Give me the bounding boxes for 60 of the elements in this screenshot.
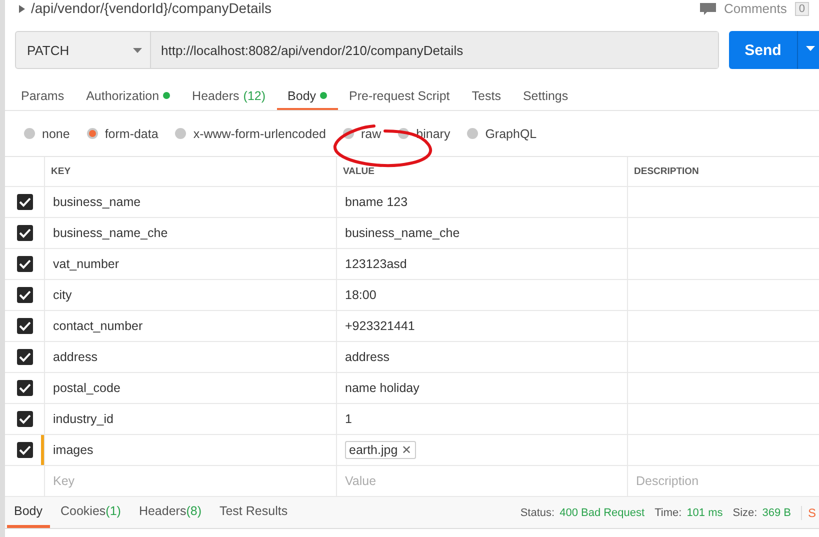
stat-value: 369 B	[762, 506, 791, 518]
request-tab[interactable]: Tests	[460, 83, 512, 110]
value-cell[interactable]: +923321441	[345, 319, 415, 333]
value-cell[interactable]: address	[345, 350, 390, 364]
key-cell[interactable]: business_name	[45, 187, 337, 217]
column-header: DESCRIPTION	[633, 165, 700, 179]
stat-label: Time:	[654, 506, 682, 518]
caret-icon[interactable]	[806, 46, 815, 50]
checkbox[interactable]	[16, 256, 32, 272]
response-tab[interactable]: Headers(8)	[132, 497, 208, 528]
send-options-button[interactable]	[797, 31, 819, 69]
checkbox[interactable]	[16, 349, 32, 365]
value-cell[interactable]: business_name_che	[345, 226, 460, 240]
request-tab[interactable]: Body	[276, 83, 338, 110]
stat-label: Status:	[520, 506, 555, 518]
key-cell[interactable]: vat_number	[45, 249, 337, 279]
body-mode-radio[interactable]: GraphQL	[467, 127, 537, 140]
body-mode-radio[interactable]: raw	[343, 127, 382, 140]
column-header: KEY	[45, 157, 337, 186]
value-cell[interactable]: bname 123	[345, 195, 408, 209]
send-button[interactable]: Send	[729, 31, 797, 69]
stat-value: 101 ms	[686, 506, 723, 518]
checkbox[interactable]	[16, 380, 32, 396]
comments-count: 0	[794, 2, 809, 16]
key-cell[interactable]: city	[45, 280, 337, 310]
column-header: VALUE	[337, 157, 628, 186]
checkbox[interactable]	[16, 318, 32, 334]
key-cell[interactable]: postal_code	[45, 373, 337, 403]
comment-icon[interactable]	[700, 2, 716, 14]
checkbox[interactable]	[16, 442, 32, 458]
caret-icon[interactable]	[19, 4, 25, 12]
checkbox[interactable]	[16, 225, 32, 241]
request-tab[interactable]: Params	[10, 83, 76, 110]
stat-value: 400 Bad Request	[560, 506, 645, 518]
request-title: /api/vendor/{vendorId}/companyDetails	[31, 0, 272, 17]
body-mode-radio[interactable]: x-www-form-urlencoded	[175, 127, 326, 140]
value-cell[interactable]: 18:00	[345, 288, 376, 302]
checkbox[interactable]	[16, 194, 32, 210]
value-cell[interactable]: 123123asd	[345, 257, 407, 271]
body-mode-radio[interactable]: none	[24, 127, 70, 140]
request-tab[interactable]: Settings	[512, 83, 580, 110]
file-chip[interactable]: earth.jpg ✕	[345, 441, 416, 459]
request-tab[interactable]: Headers (12)	[181, 83, 277, 110]
checkbox[interactable]	[16, 287, 32, 303]
key-cell[interactable]: contact_number	[45, 311, 337, 341]
key-cell[interactable]: business_name_che	[45, 218, 337, 248]
response-tab[interactable]: Body	[7, 497, 50, 528]
comments-link[interactable]: Comments	[724, 1, 787, 16]
stat-label: Size:	[732, 506, 758, 518]
response-tab[interactable]: Cookies(1)	[54, 497, 128, 528]
value-cell[interactable]: name holiday	[345, 381, 420, 395]
key-cell[interactable]: images	[45, 435, 337, 465]
body-mode-radio[interactable]: form-data	[86, 127, 158, 140]
value-cell[interactable]: 1	[345, 412, 352, 426]
key-cell[interactable]: address	[45, 342, 337, 372]
request-tab[interactable]: Pre-request Script	[338, 83, 461, 110]
response-tab[interactable]: Test Results	[212, 497, 295, 528]
key-cell[interactable]: industry_id	[45, 404, 337, 434]
checkbox[interactable]	[16, 411, 32, 427]
request-tab[interactable]: Authorization	[75, 83, 182, 110]
